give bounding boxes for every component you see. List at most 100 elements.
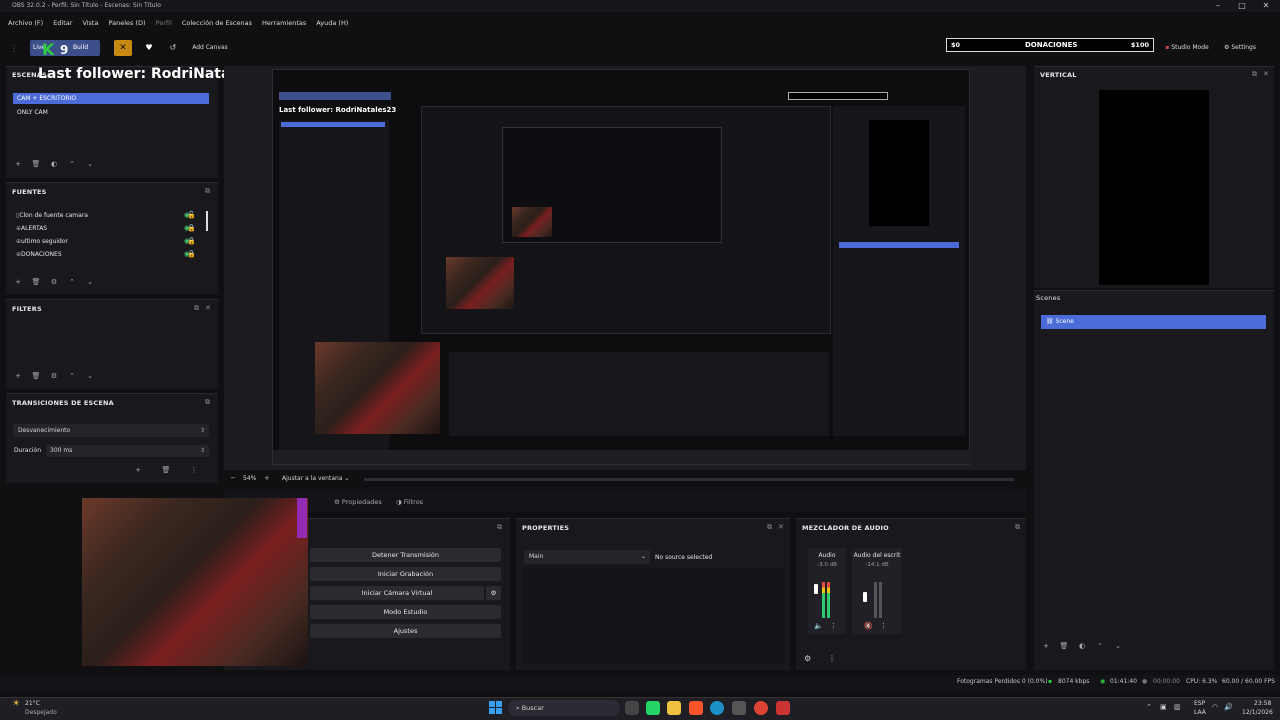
volume-fader[interactable] (863, 592, 867, 602)
move-up-icon[interactable]: ⌃ (66, 160, 78, 168)
scene-item[interactable]: ONLY CAM (13, 107, 209, 118)
source-item[interactable]: ▯Clon de fuente camara ◉ 🔓 (16, 211, 196, 224)
move-down-icon[interactable]: ⌄ (84, 372, 96, 380)
menu-paneles[interactable]: Paneles (D) (108, 16, 145, 30)
add-icon[interactable]: + (12, 160, 24, 168)
source-item[interactable]: ⊕ultimo seguidor ◉ 🔒 (16, 237, 196, 250)
menu-archivo[interactable]: Archivo (F) (8, 16, 43, 30)
task-view-icon[interactable] (625, 701, 639, 715)
menu-editar[interactable]: Editar (53, 16, 72, 30)
scene-item[interactable]: CAM + ESCRITORIO (13, 93, 209, 104)
refresh-icon[interactable]: ↺ (165, 40, 181, 56)
trash-icon[interactable]: 🗑 (1058, 642, 1070, 650)
add-icon[interactable]: + (1040, 642, 1052, 650)
move-down-icon[interactable]: ⌄ (84, 160, 96, 168)
volume-fader[interactable] (814, 584, 818, 594)
whatsapp-icon[interactable] (646, 701, 660, 715)
start-recording-button[interactable]: Iniciar Grabación (310, 567, 501, 581)
float-icon[interactable]: ⧉ (767, 523, 772, 532)
duration-field[interactable]: 300 ms ⇕ (46, 445, 209, 457)
gear-icon[interactable]: ⚙ (48, 278, 60, 286)
add-icon[interactable]: + (12, 372, 24, 380)
float-icon[interactable]: ⧉ (1015, 523, 1020, 532)
menu-colecciones[interactable]: Colección de Escenas (182, 16, 252, 30)
muted-speaker-icon[interactable]: 🔇 (864, 622, 873, 630)
float-icon[interactable]: ⧉ (194, 304, 199, 313)
add-icon[interactable]: + (12, 278, 24, 286)
clock-date[interactable]: 12/1/2026 (1242, 709, 1273, 716)
add-canvas-button[interactable]: Add Canvas (188, 40, 232, 56)
vertical-canvas[interactable] (1099, 90, 1209, 285)
xbox-icon[interactable] (732, 701, 746, 715)
menu-ayuda[interactable]: Ayuda (H) (316, 16, 348, 30)
lang-2[interactable]: LAA (1194, 709, 1206, 716)
taskbar-search[interactable]: ⌕ Buscar (508, 700, 620, 716)
minimize-icon[interactable]: – (1206, 0, 1230, 12)
source-item[interactable]: ⊕DONACIONES ◉ 🔒 (16, 250, 196, 263)
virtual-cam-settings-icon[interactable]: ⚙ (486, 586, 501, 600)
settings-circle-icon[interactable]: ◐ (1076, 642, 1088, 650)
move-up-icon[interactable]: ⌃ (1094, 642, 1106, 650)
brave-icon[interactable] (689, 701, 703, 715)
transition-select[interactable]: Desvanecimiento ⇕ (13, 424, 209, 437)
float-icon[interactable]: ⧉ (205, 187, 210, 196)
heart-icon[interactable]: ♥ (141, 40, 157, 56)
obs-icon[interactable] (776, 701, 790, 715)
more-icon[interactable]: ⋮ (188, 466, 200, 474)
tray-network-icon[interactable]: ▥ (1174, 703, 1181, 711)
sources-scrollbar[interactable] (206, 211, 208, 231)
studio-mode-button[interactable]: ▪ Studio Mode (1160, 40, 1214, 56)
lock-icon[interactable]: 🔒 (187, 250, 196, 259)
chrome-icon[interactable] (754, 701, 768, 715)
add-icon[interactable]: + (132, 466, 144, 474)
tab-properties[interactable]: ⚙ Propiedades (334, 498, 382, 506)
lang-1[interactable]: ESP (1194, 700, 1205, 707)
menu-perfil[interactable]: Perfil (156, 16, 172, 30)
move-up-icon[interactable]: ⌃ (66, 278, 78, 286)
trash-icon[interactable]: 🗑 (30, 160, 42, 168)
vertical-scene-item[interactable]: ⛓ Scene (1041, 315, 1266, 329)
gear-icon[interactable]: ⚙ (48, 372, 60, 380)
move-down-icon[interactable]: ⌄ (84, 278, 96, 286)
windows-start-icon[interactable] (489, 701, 502, 714)
start-virtual-cam-button[interactable]: Iniciar Cámara Virtual (310, 586, 484, 600)
properties-dropdown[interactable]: Main ⌄ (524, 550, 650, 564)
edge-icon[interactable] (710, 701, 724, 715)
volume-icon[interactable]: 🔊 (1224, 703, 1233, 711)
zoom-in-icon[interactable]: + (264, 474, 270, 482)
wifi-icon[interactable]: ◠ (1212, 703, 1218, 711)
settings-circle-icon[interactable]: ◐ (48, 160, 60, 168)
move-down-icon[interactable]: ⌄ (1112, 642, 1124, 650)
weather-icon[interactable]: ☀ (12, 699, 20, 709)
gear-icon[interactable]: ⚙ (804, 654, 811, 663)
float-icon[interactable]: ⧉ (1252, 70, 1257, 79)
drag-handle-icon[interactable]: ⋮ (10, 44, 18, 53)
settings-button[interactable]: ⚙ Settings (1220, 40, 1260, 56)
lock-icon[interactable]: 🔒 (187, 224, 196, 233)
settings-button-dock[interactable]: Ajustes (310, 624, 501, 638)
move-up-icon[interactable]: ⌃ (66, 372, 78, 380)
close-icon[interactable]: ✕ (205, 304, 211, 312)
file-explorer-icon[interactable] (667, 701, 681, 715)
tray-chevron-icon[interactable]: ⌃ (1146, 703, 1152, 711)
maximize-icon[interactable]: □ (1230, 0, 1254, 12)
tab-filters[interactable]: ◑ Filtros (396, 498, 423, 506)
close-icon[interactable]: ✕ (1263, 70, 1269, 78)
horizontal-scrollbar[interactable] (364, 478, 1014, 481)
close-icon[interactable]: ✕ (778, 523, 784, 531)
unlock-icon[interactable]: 🔓 (187, 211, 196, 220)
speaker-icon[interactable]: 🔈 (814, 622, 823, 630)
more-icon[interactable]: ⋮ (880, 622, 887, 630)
clock-time[interactable]: 23:58 (1254, 700, 1271, 707)
menu-vista[interactable]: Vista (82, 16, 98, 30)
tools-icon[interactable]: ✕ (114, 40, 132, 56)
trash-icon[interactable]: 🗑 (30, 278, 42, 286)
tray-app-icon[interactable]: ▣ (1160, 703, 1167, 711)
trash-icon[interactable]: 🗑 (160, 466, 172, 474)
more-icon[interactable]: ⋮ (828, 654, 836, 663)
more-icon[interactable]: ⋮ (830, 622, 837, 630)
source-item[interactable]: ⊕ALERTAS ◉ 🔒 (16, 224, 196, 237)
menu-herramientas[interactable]: Herramientas (262, 16, 306, 30)
fit-dropdown[interactable]: Ajustar a la ventana ⌄ (282, 475, 349, 482)
float-icon[interactable]: ⧉ (205, 398, 210, 407)
